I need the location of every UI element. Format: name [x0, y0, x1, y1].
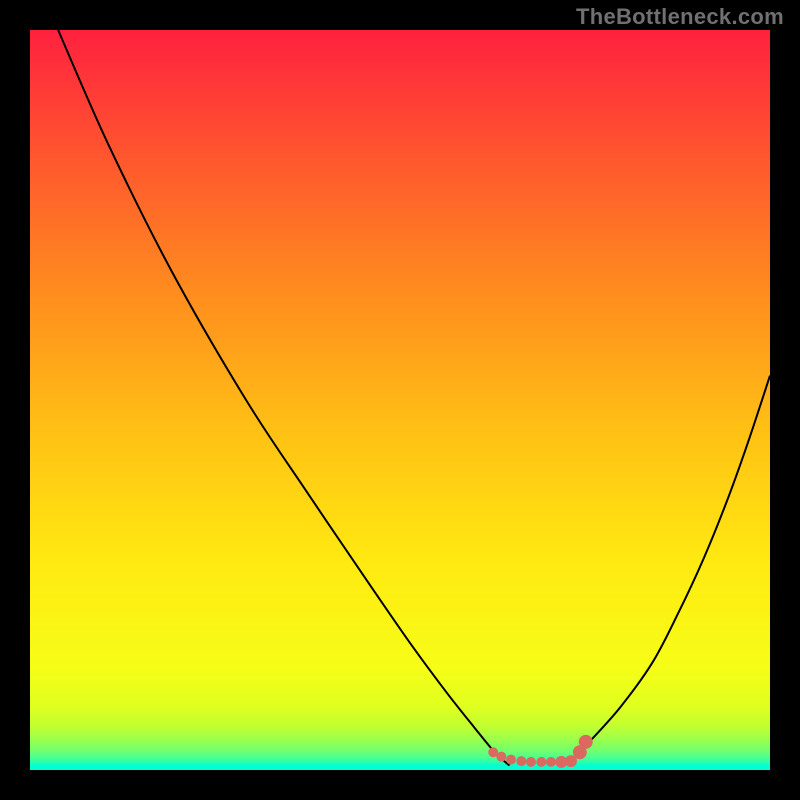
chart-frame: TheBottleneck.com	[0, 0, 800, 800]
marker-dot	[516, 756, 526, 766]
marker-dot	[496, 752, 506, 762]
watermark-text: TheBottleneck.com	[576, 4, 784, 30]
plot-area	[30, 30, 770, 770]
gradient-band	[30, 768, 770, 770]
marker-dot	[546, 757, 556, 767]
chart-svg	[30, 30, 770, 770]
marker-dot	[579, 735, 593, 749]
marker-dot	[526, 757, 536, 767]
marker-dot	[536, 757, 546, 767]
marker-dot	[506, 755, 516, 765]
background-gradient	[30, 30, 770, 770]
